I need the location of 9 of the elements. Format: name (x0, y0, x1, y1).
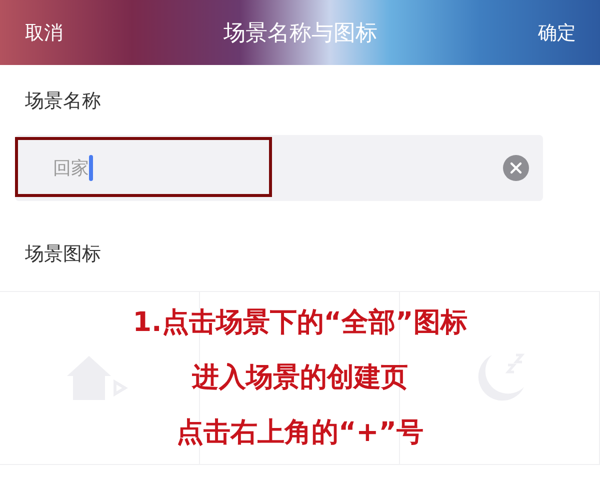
section-label: 场景名称 (24, 89, 102, 113)
page-title: 场景名称与图标 (224, 20, 378, 48)
confirm-button[interactable]: 确定 (538, 20, 576, 46)
caption-text: 1.点击场景下的“全部”图标 (132, 306, 468, 340)
clear-icon[interactable] (503, 155, 529, 181)
section-label: 场景图标 (24, 242, 102, 267)
caption-text: 点击右上角的“+”号 (176, 416, 424, 450)
caption-text: 进入场景的创建页 (192, 361, 408, 395)
cancel-button[interactable]: 取消 (25, 20, 63, 46)
